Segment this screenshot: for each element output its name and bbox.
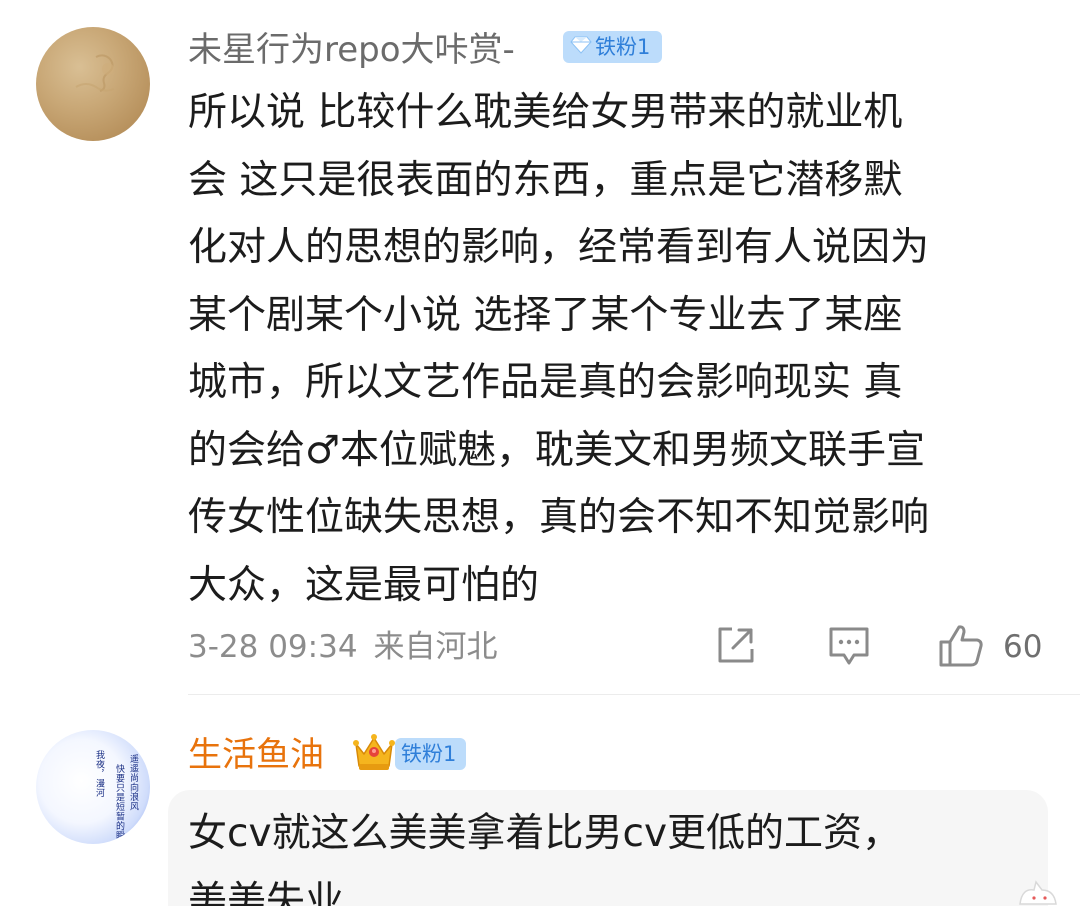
comment-line: 大众，这是最可怕的 [188, 562, 540, 608]
badge-label: 铁粉1 [401, 742, 457, 766]
comment-body: 所以说 比较什么耽美给女男带来的就业机 会 这只是很表面的东西，重点是它潜移默 … [188, 79, 929, 619]
share-icon[interactable] [714, 623, 758, 671]
avatar-text: 遥遥尚向浪风 [128, 754, 138, 811]
comment-thread: 未星行为repo大咔赏- 铁粉1 所以说 比较什么耽美给女男带来的就业机 会 这… [0, 0, 1080, 906]
comment-line: 所以说 比较什么耽美给女男带来的就业机 [188, 90, 903, 135]
crown-icon [352, 728, 396, 778]
comment-line: 传女性位缺失思想，真的会不知不知觉影响 [188, 495, 930, 540]
comment-meta: 3-28 09:34 来自河北 [188, 628, 498, 666]
comment-line: 女cv就这么美美拿着比男cv更低的工资， [188, 811, 902, 856]
cat-sticker-icon [1012, 878, 1062, 906]
comment-line: 化对人的思想的影响，经常看到有人说因为 [188, 225, 930, 270]
comment-line: 城市，所以文艺作品是真的会影响现实 真 [188, 360, 903, 405]
fan-badge[interactable]: 铁粉1 [563, 31, 662, 63]
thumbs-up-icon[interactable] [937, 623, 985, 673]
diamond-icon [570, 31, 592, 63]
fan-badge[interactable]: 铁粉1 [395, 738, 466, 770]
avatar[interactable] [36, 27, 150, 141]
comment-line: 会 这只是很表面的东西，重点是它潜移默 [188, 157, 903, 203]
divider [188, 694, 1080, 695]
comment-line: 美美失业 [188, 879, 345, 906]
timestamp: 3-28 09:34 [188, 629, 358, 665]
username[interactable]: 未星行为repo大咔赏- [188, 30, 515, 70]
username[interactable]: 生活鱼油 [188, 735, 324, 775]
location: 来自河北 [373, 629, 498, 665]
comment-line: 某个剧某个小说 选择了某个专业去了某座 [188, 292, 903, 338]
comment-body: 女cv就这么美美拿着比男cv更低的工资， 美美失业 [188, 800, 901, 906]
avatar-text: 我夜，漫河 [94, 750, 104, 798]
comment-line: 的会给♂本位赋魅，耽美文和男频文联手宣 [188, 427, 925, 473]
avatar[interactable]: 我夜，漫河 快要只是短暂的瞬 遥遥尚向浪风 [36, 730, 150, 844]
like-count: 60 [1003, 629, 1043, 665]
avatar-text: 快要只是短暂的瞬 [114, 764, 124, 840]
avatar-texture [75, 54, 115, 92]
badge-label: 铁粉1 [595, 35, 651, 59]
comment-icon[interactable] [826, 623, 872, 673]
